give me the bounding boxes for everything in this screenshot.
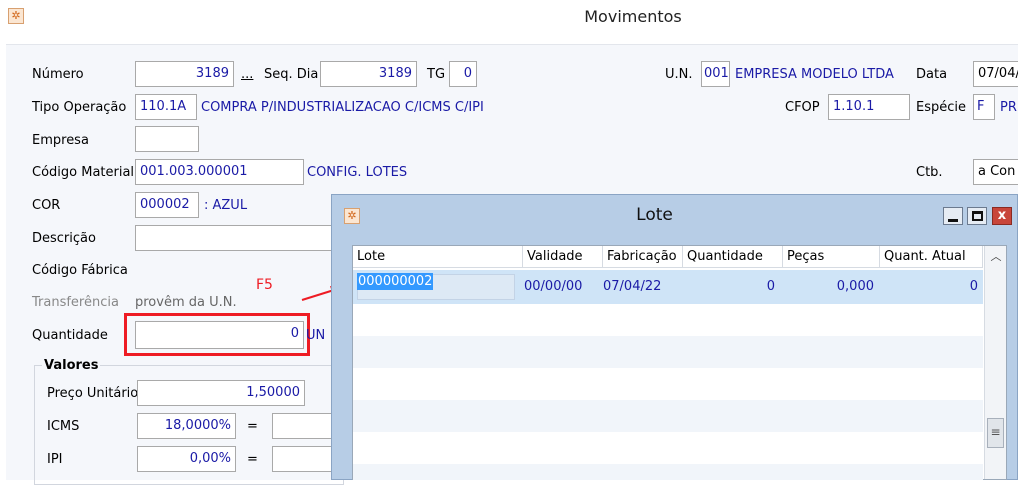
especie-code-field[interactable]: F [973, 94, 995, 120]
cfop-field[interactable]: 1.10.1 [828, 94, 910, 120]
ipi-field[interactable]: 0,00% [137, 446, 236, 472]
scroll-thumb-icon[interactable]: ≡ [987, 418, 1004, 448]
title-bar: ✲ Movimentos [0, 0, 1018, 34]
valores-title: Valores [42, 358, 101, 373]
empty-row [353, 336, 983, 368]
column-header-quantidade[interactable]: Quantidade [683, 246, 783, 268]
tg-label: TG [427, 67, 446, 82]
numero-lookup-button[interactable]: ... [241, 67, 253, 82]
data-label: Data [916, 67, 948, 82]
column-header-quant-atual[interactable]: Quant. Atual [880, 246, 983, 268]
ipi-equals: = [247, 452, 258, 467]
empty-row [353, 464, 983, 480]
column-header-lote[interactable]: Lote [353, 246, 523, 268]
quant-atual-cell: 0 [969, 279, 978, 294]
codigo-material-field[interactable]: 001.003.000001 [135, 159, 304, 185]
codigo-material-label: Código Material [32, 165, 135, 180]
f5-annotation: F5 [256, 277, 273, 293]
tipo-operacao-label: Tipo Operação [32, 100, 127, 115]
tg-field[interactable]: 0 [449, 61, 477, 87]
close-icon: x [997, 208, 1007, 223]
lote-grid[interactable]: Lote Validade Fabricação Quantidade Peça… [352, 245, 1007, 480]
empresa-field[interactable] [135, 126, 199, 152]
cfop-label: CFOP [785, 100, 820, 115]
numero-label: Número [32, 67, 84, 82]
transferencia-desc: provêm da U.N. [135, 295, 237, 310]
fabricacao-cell: 07/04/22 [603, 279, 662, 294]
quantidade-field[interactable]: 0 [135, 321, 304, 349]
codigo-material-desc: CONFIG. LOTES [307, 165, 408, 180]
numero-field[interactable]: 3189 [135, 61, 234, 87]
quantidade-unit: UN [306, 328, 326, 343]
validade-cell: 00/00/00 [524, 279, 583, 294]
quantidade-cell: 0 [766, 279, 775, 294]
minimize-icon [948, 219, 958, 222]
ipi-label: IPI [47, 452, 63, 467]
especie-label: Espécie [916, 100, 966, 115]
ctb-label: Ctb. [916, 165, 943, 180]
codigo-fabrica-label: Código Fábrica [32, 263, 128, 278]
vertical-scrollbar[interactable]: ︿ ≡ [984, 246, 1006, 479]
especie-desc: PR [1000, 100, 1017, 115]
quantidade-label: Quantidade [32, 328, 108, 343]
maximize-button[interactable] [967, 207, 987, 225]
maximize-icon [972, 211, 983, 221]
pecas-cell: 0,000 [836, 279, 874, 294]
cor-label: COR [32, 198, 61, 213]
window-title: Movimentos [584, 7, 682, 26]
empresa-label: Empresa [32, 133, 89, 148]
icms-field[interactable]: 18,0000% [137, 413, 236, 439]
transferencia-label: Transferência [32, 295, 119, 310]
data-field[interactable]: 07/04/ [973, 61, 1018, 87]
cor-desc: : AZUL [204, 198, 248, 213]
table-row[interactable]: 000000002 00/00/00 07/04/22 0 0,000 0 [353, 270, 983, 304]
tipo-operacao-field[interactable]: 110.1A [135, 94, 197, 120]
close-button[interactable]: x [992, 207, 1012, 225]
seq-dia-label: Seq. Dia [264, 67, 319, 82]
un-name: EMPRESA MODELO LTDA [735, 67, 894, 82]
un-label: U.N. [665, 67, 693, 82]
ctb-select[interactable]: a Con [973, 159, 1018, 185]
icms-label: ICMS [47, 419, 80, 434]
seq-dia-field[interactable]: 3189 [320, 61, 417, 87]
scroll-up-icon[interactable]: ︿ [987, 248, 1005, 266]
cor-code-field[interactable]: 000002 [135, 192, 199, 218]
column-header-fabricacao[interactable]: Fabricação [603, 246, 683, 268]
icms-equals: = [247, 419, 258, 434]
column-header-validade[interactable]: Validade [523, 246, 603, 268]
descricao-field[interactable] [135, 225, 335, 251]
preco-unitario-field[interactable]: 1,50000 [137, 380, 305, 406]
lote-dialog-title: Lote [636, 205, 673, 225]
un-code-field[interactable]: 001 [701, 61, 730, 87]
preco-unitario-label: Preço Unitário [47, 386, 139, 401]
column-header-pecas[interactable]: Peças [783, 246, 880, 268]
tipo-operacao-desc: COMPRA P/INDUSTRIALIZACAO C/ICMS C/IPI [201, 100, 484, 115]
descricao-label: Descrição [32, 231, 96, 246]
lote-cell-selection[interactable]: 000000002 [357, 273, 434, 290]
minimize-button[interactable] [943, 207, 963, 225]
empty-row [353, 400, 983, 432]
